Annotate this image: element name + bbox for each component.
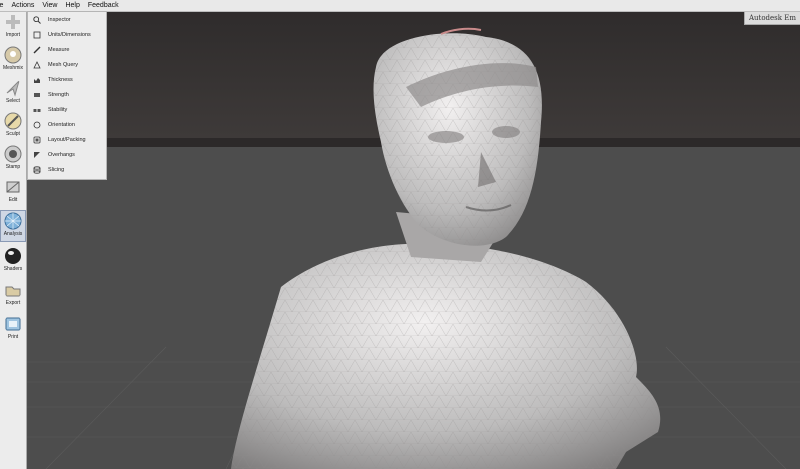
print-icon	[5, 317, 21, 331]
menu-item-orientation[interactable]: Orientation	[28, 117, 106, 132]
tool-label: Shaders	[3, 266, 23, 272]
menu-item-stability[interactable]: Stability	[28, 102, 106, 117]
tool-label: Select	[6, 98, 20, 104]
arrow-cursor-icon	[6, 79, 21, 97]
thickness-icon	[34, 77, 40, 83]
menu-item-layout-packing[interactable]: Layout/Packing	[28, 132, 106, 147]
menu-item-label: Stability	[48, 106, 68, 113]
tool-label: Analysis	[3, 231, 23, 237]
menu-file[interactable]: le	[0, 0, 7, 11]
menu-item-label: Thickness	[48, 76, 73, 83]
menu-help[interactable]: Help	[61, 0, 83, 11]
menu-item-label: Mesh Query	[48, 61, 78, 68]
brush-icon	[4, 112, 22, 130]
tool-label: Meshmix	[2, 65, 23, 71]
3d-viewport[interactable]: Autodesk Em	[26, 12, 800, 469]
menu-item-label: Measure	[48, 46, 70, 53]
tool-meshmix[interactable]: Meshmix	[0, 45, 26, 77]
tool-select[interactable]: Select	[0, 78, 26, 110]
overhang-icon	[34, 151, 40, 158]
analysis-menu: Inspector Units/Dimensions Measure Mesh …	[27, 11, 107, 180]
menu-item-overhangs[interactable]: Overhangs	[28, 147, 106, 162]
tool-label: Import	[5, 32, 21, 38]
brand-label: Autodesk Em	[743, 12, 800, 25]
edit-icon	[6, 181, 20, 193]
tool-export[interactable]: Export	[0, 280, 26, 312]
scene-canvas	[26, 12, 800, 469]
menu-item-label: Overhangs	[48, 151, 75, 158]
menu-item-measure[interactable]: Measure	[28, 42, 106, 57]
menu-feedback[interactable]: Feedback	[84, 0, 123, 11]
shader-ball-icon	[5, 248, 21, 264]
tool-shaders[interactable]: Shaders	[0, 246, 26, 278]
tool-print[interactable]: Print	[0, 314, 26, 346]
tool-label: Print	[7, 334, 19, 340]
export-icon	[5, 286, 21, 297]
menu-item-slicing[interactable]: Slicing	[28, 162, 106, 177]
menu-bar: le Actions View Help Feedback	[0, 0, 800, 12]
tool-edit[interactable]: Edit	[0, 177, 26, 209]
menu-actions[interactable]: Actions	[7, 0, 38, 11]
tool-label: Edit	[8, 197, 18, 203]
tool-import[interactable]: Import	[0, 12, 26, 44]
tool-analysis[interactable]: Analysis	[0, 210, 26, 242]
units-icon	[33, 31, 41, 38]
slicing-icon	[33, 165, 41, 174]
stamp-icon	[4, 145, 22, 163]
menu-item-strength[interactable]: Strength	[28, 87, 106, 102]
tool-label: Stamp	[5, 164, 21, 170]
menu-item-label: Slicing	[48, 166, 65, 173]
mesh-sphere-icon	[4, 212, 22, 230]
layout-icon	[33, 136, 41, 143]
menu-item-label: Layout/Packing	[48, 136, 86, 143]
tool-strip: Import Meshmix Select Sculpt Stamp Edit …	[0, 12, 27, 469]
ruler-icon	[33, 46, 41, 53]
menu-item-thickness[interactable]: Thickness	[28, 72, 106, 87]
menu-item-label: Inspector	[48, 16, 71, 23]
orientation-icon	[33, 121, 41, 128]
tool-label: Export	[5, 300, 21, 306]
stability-icon	[33, 108, 41, 112]
tool-sculpt[interactable]: Sculpt	[0, 111, 26, 143]
menu-item-inspector[interactable]: Inspector	[28, 12, 106, 27]
menu-item-units-dimensions[interactable]: Units/Dimensions	[28, 27, 106, 42]
magnifier-icon	[33, 15, 41, 24]
strength-icon	[34, 92, 40, 97]
tool-label: Sculpt	[6, 131, 20, 137]
tool-stamp[interactable]: Stamp	[0, 144, 26, 176]
menu-item-label: Orientation	[48, 121, 75, 128]
menu-item-label: Strength	[48, 91, 69, 98]
menu-view[interactable]: View	[38, 0, 61, 11]
menu-item-label: Units/Dimensions	[48, 31, 91, 38]
menu-item-mesh-query[interactable]: Mesh Query	[28, 57, 106, 72]
meshmix-icon	[4, 46, 22, 64]
mesh-query-icon	[33, 60, 41, 68]
plus-icon	[6, 15, 20, 29]
